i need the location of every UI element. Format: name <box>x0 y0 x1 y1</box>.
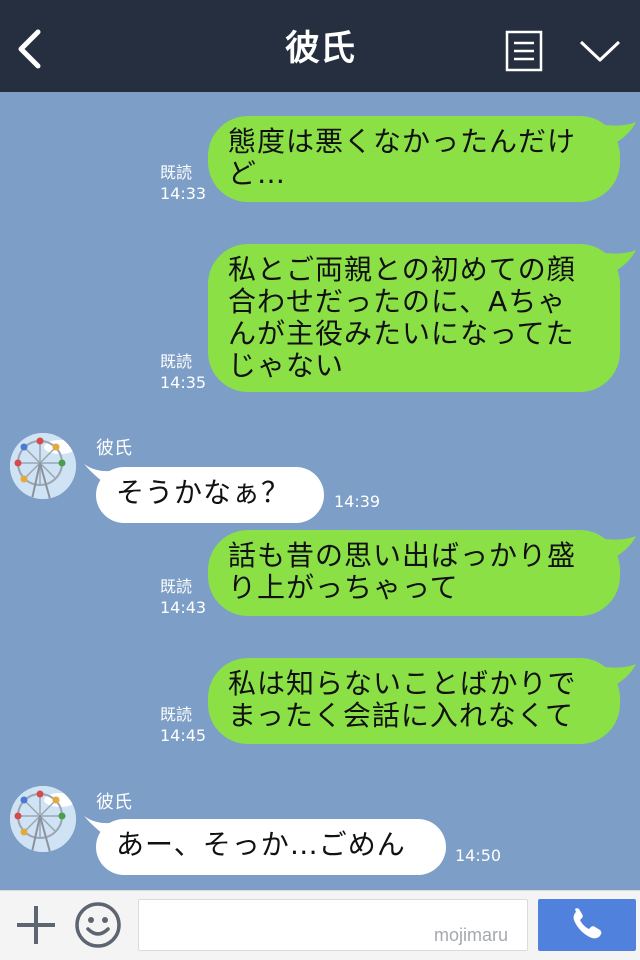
incoming-message[interactable]: そうかなぁ？ <box>96 467 324 523</box>
read-label: 既読 <box>160 705 193 724</box>
contact-avatar[interactable] <box>10 433 76 499</box>
read-label: 既読 <box>160 577 193 596</box>
contact-avatar[interactable] <box>10 786 76 852</box>
collapse-button[interactable] <box>577 36 623 66</box>
message-time: 14:43 <box>160 598 207 617</box>
read-label: 既読 <box>160 352 193 371</box>
menu-button[interactable] <box>505 30 543 72</box>
emoji-button[interactable] <box>74 901 122 949</box>
read-receipt: 既読 14:45 <box>160 704 206 746</box>
smiley-icon <box>75 902 121 948</box>
watermark: mojimaru <box>434 925 509 945</box>
message-line: まったく会話に入れなくて <box>228 699 575 732</box>
message-line: り上がっちゃって <box>228 571 459 604</box>
message-time: 14:33 <box>160 184 207 203</box>
message-line: 話も昔の思い出ばっかり盛 <box>228 539 577 572</box>
message-line: 私は知らないことばかりで <box>228 667 577 700</box>
outgoing-message[interactable]: 態度は悪くなかったんだけ ど… <box>208 116 620 202</box>
sender-name: 彼氏 <box>96 438 132 459</box>
add-attachment-button[interactable] <box>14 903 58 947</box>
plus-icon <box>17 906 55 944</box>
ferris-wheel-avatar-icon <box>10 433 76 499</box>
incoming-message[interactable]: あー、そっか…ごめん <box>96 819 446 875</box>
outgoing-message[interactable]: 話も昔の思い出ばっかり盛 り上がっちゃって <box>208 530 620 616</box>
message-time: 14:39 <box>334 492 381 511</box>
message-line: あー、そっか…ごめん <box>116 828 406 861</box>
call-button[interactable] <box>538 899 636 951</box>
list-icon <box>505 30 543 72</box>
read-receipt: 既読 14:43 <box>160 576 206 618</box>
outgoing-message[interactable]: 私は知らないことばかりで まったく会話に入れなくて <box>208 658 620 744</box>
sender-name: 彼氏 <box>96 792 132 813</box>
read-receipt: 既読 14:35 <box>160 351 206 393</box>
ferris-wheel-avatar-icon <box>10 786 76 852</box>
message-line: 合わせだったのに、Aちゃ <box>228 285 567 318</box>
phone-icon <box>573 908 602 939</box>
read-label: 既読 <box>160 163 193 182</box>
message-time: 14:50 <box>455 846 502 865</box>
message-input-bar: mojimaru <box>0 890 640 960</box>
message-line: じゃない <box>228 349 345 382</box>
message-time: 14:45 <box>160 726 207 745</box>
message-line: ど… <box>228 157 287 190</box>
chevron-down-icon <box>579 40 621 62</box>
message-line: 態度は悪くなかったんだけ <box>228 125 577 158</box>
chat-header: 彼氏 <box>0 0 640 92</box>
message-line: そうかなぁ？ <box>116 476 291 509</box>
outgoing-message[interactable]: 私とご両親との初めての顔 合わせだったのに、Aちゃ んが主役みたいになってた じ… <box>208 244 620 392</box>
read-receipt: 既読 14:33 <box>160 162 206 204</box>
message-line: 私とご両親との初めての顔 <box>228 253 576 286</box>
message-list[interactable]: 既読 14:33 態度は悪くなかったんだけ ど… 既読 14:35 私とご両親と… <box>0 92 640 890</box>
chat-title: 彼氏 <box>284 29 355 69</box>
message-time: 14:35 <box>160 373 207 392</box>
message-line: んが主役みたいになってた <box>228 317 575 350</box>
